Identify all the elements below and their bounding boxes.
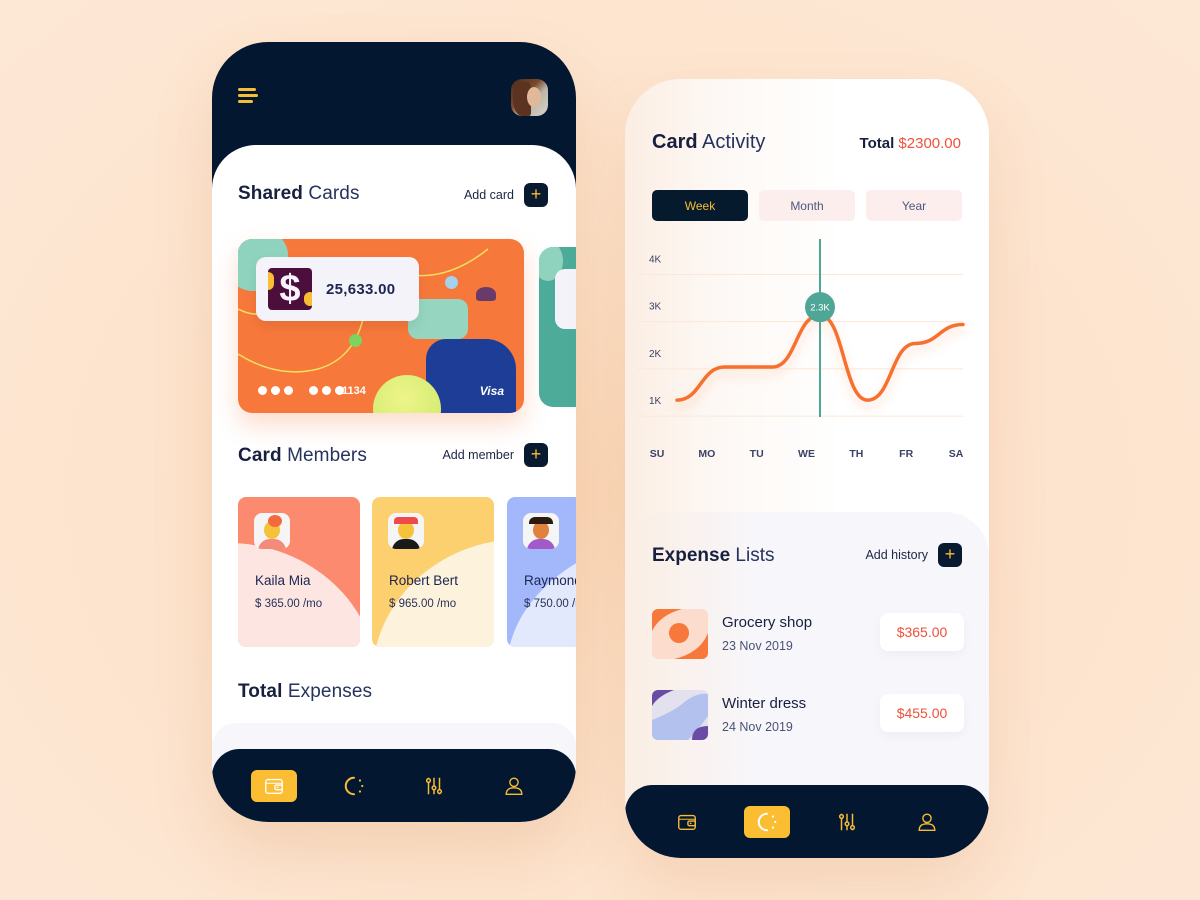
- nav-settings[interactable]: [824, 806, 870, 838]
- plus-icon: +: [524, 183, 548, 207]
- member-avatar: [254, 513, 290, 549]
- x-tick-label: MO: [698, 448, 715, 460]
- member-name: Kaila Mia: [255, 573, 311, 588]
- bottom-navigation: [625, 785, 989, 858]
- expense-date: 24 Nov 2019: [722, 720, 793, 734]
- user-avatar[interactable]: [511, 79, 548, 116]
- next-credit-card[interactable]: [539, 247, 576, 407]
- card-balance: 25,633.00: [326, 280, 396, 298]
- plus-icon: +: [524, 443, 548, 467]
- nav-activity[interactable]: [744, 805, 790, 838]
- y-tick-label: 2K: [649, 349, 662, 360]
- expense-date: 23 Nov 2019: [722, 639, 793, 653]
- add-member-button[interactable]: Add member +: [442, 443, 548, 467]
- total-label: Total: [859, 135, 895, 152]
- member-amount: $ 365.00 /mo: [255, 598, 323, 610]
- card-members-title: Card Members: [238, 445, 367, 466]
- tab-year[interactable]: Year: [866, 190, 962, 221]
- plus-icon: +: [938, 543, 962, 567]
- add-member-label: Add member: [442, 448, 514, 462]
- app-header: [212, 42, 576, 162]
- wallet-icon: [265, 778, 283, 794]
- x-tick-label: WE: [798, 448, 815, 460]
- wallet-icon: [678, 814, 696, 830]
- bottom-navigation: [212, 749, 576, 822]
- user-icon: [918, 813, 936, 831]
- expense-amount: $365.00: [880, 613, 964, 651]
- member-avatar: [523, 513, 559, 549]
- dress-thumbnail: [652, 690, 708, 740]
- shared-cards-title: Shared Cards: [238, 183, 360, 204]
- hamburger-menu-icon[interactable]: [238, 88, 260, 104]
- x-tick-label: SA: [949, 448, 964, 460]
- grocery-thumbnail: [652, 609, 708, 659]
- activity-line-chart: 1K 2K 3K 4K SU MO TU WE TH FR SA 2.3K: [637, 239, 965, 460]
- x-tick-label: TH: [849, 448, 863, 460]
- card-decoration-dot: [445, 276, 458, 289]
- card-balance-box: $ 25,633.00: [256, 257, 419, 321]
- nav-profile[interactable]: [491, 770, 537, 802]
- card-activity-title: Card Activity: [652, 131, 766, 153]
- highlight-value-label: 2.3K: [810, 303, 830, 314]
- activity-circle-icon: [344, 776, 364, 795]
- card-last-four: 1134: [342, 385, 366, 397]
- add-card-label: Add card: [463, 188, 514, 202]
- period-tabs: Week Month Year: [652, 190, 962, 221]
- total-expenses-title: Total Expenses: [238, 681, 373, 702]
- member-amount: $ 750.00 /mo: [524, 598, 576, 610]
- x-tick-label: TU: [750, 448, 764, 460]
- tab-week[interactable]: Week: [652, 190, 748, 221]
- y-tick-label: 3K: [649, 302, 662, 313]
- add-history-label: Add history: [865, 548, 928, 562]
- member-card[interactable]: Raymond $ 750.00 /mo: [507, 497, 576, 647]
- dollar-logo-icon: $: [268, 268, 312, 310]
- member-avatar: [388, 513, 424, 549]
- add-card-button[interactable]: Add card +: [464, 183, 548, 207]
- user-icon: [505, 777, 523, 795]
- nav-wallet[interactable]: [664, 806, 710, 838]
- add-history-button[interactable]: Add history +: [865, 543, 962, 567]
- activity-total: Total $2300.00: [860, 135, 961, 152]
- x-tick-label: SU: [650, 448, 665, 460]
- credit-card[interactable]: $ 25,633.00 1134 Visa: [238, 239, 524, 413]
- wallet-phone-screen: Shared Cards Add card + $ 25,633.00 1134…: [212, 42, 576, 822]
- member-amount: $ 965.00 /mo: [389, 598, 457, 610]
- card-illustration-head: [476, 287, 496, 301]
- activity-phone-screen: Card Activity Total $2300.00 Week Month …: [625, 79, 989, 858]
- card-brand: Visa: [479, 384, 504, 398]
- card-decoration-dot: [349, 334, 362, 347]
- expense-amount: $455.00: [880, 694, 964, 732]
- expense-lists-title: Expense Lists: [652, 545, 775, 566]
- expense-item[interactable]: Grocery shop 23 Nov 2019 $365.00: [652, 609, 964, 661]
- sliders-icon: [838, 813, 856, 830]
- sliders-icon: [425, 777, 443, 794]
- x-tick-label: FR: [899, 448, 913, 460]
- activity-circle-icon: [757, 812, 777, 831]
- nav-profile[interactable]: [904, 806, 950, 838]
- nav-activity[interactable]: [331, 770, 377, 802]
- masked-card-number: [258, 386, 344, 395]
- member-card[interactable]: Kaila Mia $ 365.00 /mo: [238, 497, 360, 647]
- y-tick-label: 1K: [649, 396, 662, 407]
- expense-item[interactable]: Winter dress 24 Nov 2019 $455.00: [652, 690, 964, 742]
- member-card[interactable]: Robert Bert $ 965.00 /mo: [372, 497, 494, 647]
- nav-wallet[interactable]: [251, 769, 297, 802]
- expense-name: Grocery shop: [722, 614, 813, 631]
- total-value: $2300.00: [898, 135, 961, 152]
- main-content: Shared Cards Add card + $ 25,633.00 1134…: [212, 145, 576, 822]
- member-name: Raymond: [524, 573, 576, 588]
- member-name: Robert Bert: [389, 573, 459, 588]
- nav-settings[interactable]: [411, 770, 457, 802]
- tab-month[interactable]: Month: [759, 190, 855, 221]
- y-tick-label: 4K: [649, 254, 662, 265]
- expense-name: Winter dress: [722, 695, 807, 712]
